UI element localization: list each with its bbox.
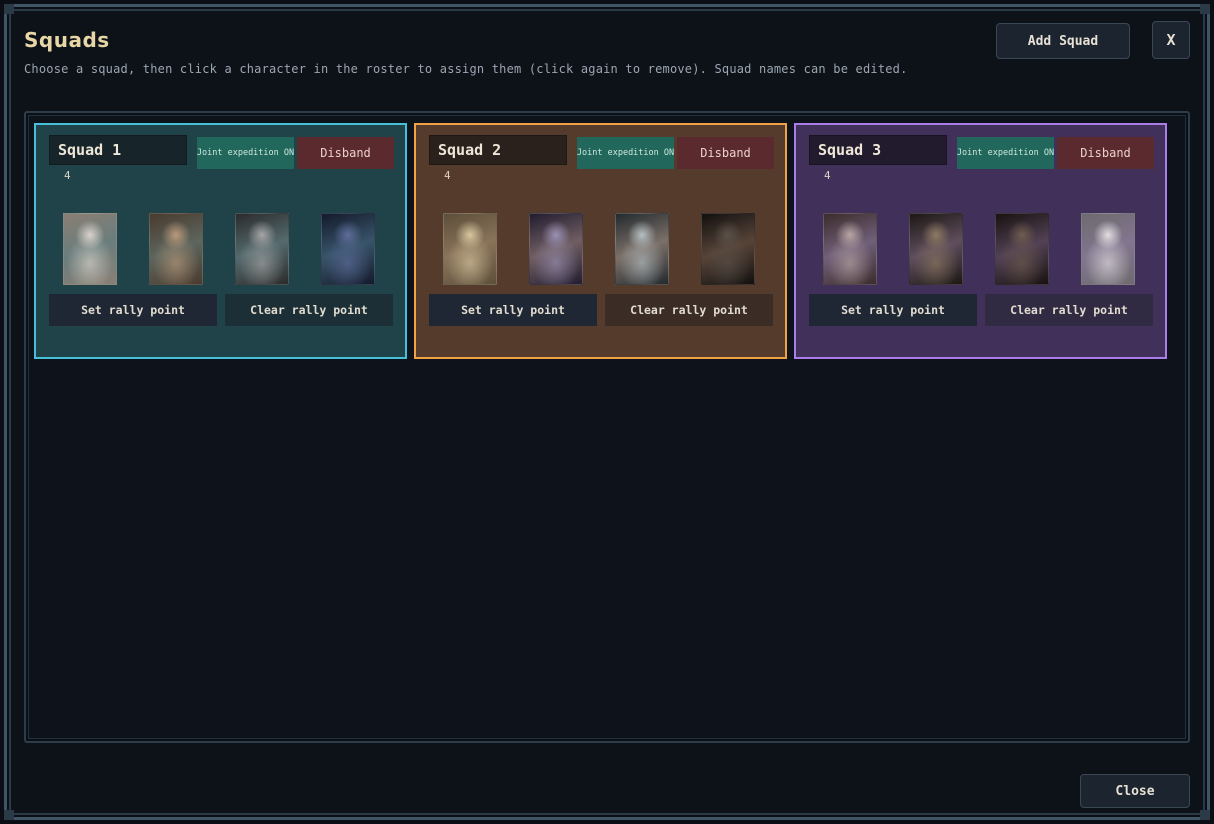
set-rally-point-button[interactable]: Set rally point — [49, 294, 217, 326]
set-rally-point-button[interactable]: Set rally point — [429, 294, 597, 326]
disband-button[interactable]: Disband — [1057, 137, 1154, 169]
squad-name-field[interactable]: Squad 2 — [429, 135, 567, 165]
set-rally-point-button[interactable]: Set rally point — [809, 294, 977, 326]
character-portrait[interactable] — [909, 213, 963, 285]
add-squad-button[interactable]: Add Squad — [996, 23, 1130, 59]
clear-rally-point-button[interactable]: Clear rally point — [225, 294, 393, 326]
character-portrait[interactable] — [701, 213, 755, 285]
close-x-button[interactable]: X — [1152, 21, 1190, 59]
character-portrait[interactable] — [149, 213, 203, 285]
character-portrait[interactable] — [529, 213, 583, 285]
clear-rally-point-button[interactable]: Clear rally point — [605, 294, 773, 326]
disband-button[interactable]: Disband — [297, 137, 394, 169]
character-portrait[interactable] — [443, 213, 497, 285]
disband-button[interactable]: Disband — [677, 137, 774, 169]
member-count: 4 — [444, 169, 451, 182]
character-portrait[interactable] — [615, 213, 669, 285]
character-portrait[interactable] — [1081, 213, 1135, 285]
character-portrait[interactable] — [235, 213, 289, 285]
page-title: Squads — [24, 28, 110, 52]
character-portrait[interactable] — [995, 213, 1049, 285]
member-count: 4 — [64, 169, 71, 182]
joint-expedition-toggle[interactable]: Joint expedition ON — [957, 137, 1054, 169]
squad-card-3[interactable]: Squad 3 Joint expedition ON Disband 4 Se… — [794, 123, 1167, 359]
joint-expedition-toggle[interactable]: Joint expedition ON — [577, 137, 674, 169]
joint-expedition-toggle[interactable]: Joint expedition ON — [197, 137, 294, 169]
close-button[interactable]: Close — [1080, 774, 1190, 808]
character-portrait[interactable] — [321, 213, 375, 285]
squad-card-1[interactable]: Squad 1 Joint expedition ON Disband 4 Se… — [34, 123, 407, 359]
member-count: 4 — [824, 169, 831, 182]
character-portrait[interactable] — [823, 213, 877, 285]
squad-card-2[interactable]: Squad 2 Joint expedition ON Disband 4 Se… — [414, 123, 787, 359]
character-portrait[interactable] — [63, 213, 117, 285]
squad-name-field[interactable]: Squad 1 — [49, 135, 187, 165]
clear-rally-point-button[interactable]: Clear rally point — [985, 294, 1153, 326]
squad-name-field[interactable]: Squad 3 — [809, 135, 947, 165]
instructions-text: Choose a squad, then click a character i… — [24, 62, 908, 76]
